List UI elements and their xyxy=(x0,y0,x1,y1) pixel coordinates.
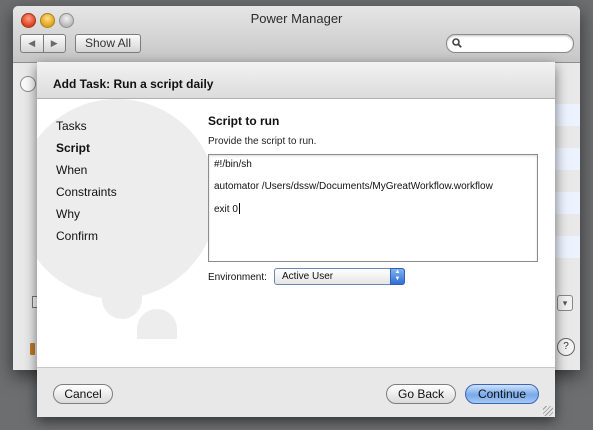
add-task-sheet: Add Task: Run a script daily Tasks Scrip… xyxy=(37,62,555,417)
text-caret xyxy=(238,203,240,214)
help-icon[interactable]: ? xyxy=(557,338,575,356)
cancel-button[interactable]: Cancel xyxy=(53,384,113,404)
script-step-content: Script to run Provide the script to run.… xyxy=(208,114,538,285)
content-heading: Script to run xyxy=(208,114,280,128)
go-back-button[interactable]: Go Back xyxy=(386,384,456,404)
sheet-title: Add Task: Run a script daily xyxy=(53,77,214,91)
step-list: Tasks Script When Constraints Why Confir… xyxy=(56,115,117,247)
step-why[interactable]: Why xyxy=(56,203,117,225)
environment-label: Environment: xyxy=(208,272,267,283)
step-constraints[interactable]: Constraints xyxy=(56,181,117,203)
back-forward-control: ◀ ▶ xyxy=(20,34,66,53)
background-radio-icon xyxy=(20,76,36,92)
step-script[interactable]: Script xyxy=(56,137,117,159)
resize-grip-icon[interactable] xyxy=(543,406,553,416)
sheet-header: Add Task: Run a script daily xyxy=(37,62,555,99)
step-when[interactable]: When xyxy=(56,159,117,181)
search-icon xyxy=(452,38,462,48)
forward-arrow-icon[interactable]: ▶ xyxy=(42,35,66,52)
background-item-icon xyxy=(30,343,35,355)
step-tasks[interactable]: Tasks xyxy=(56,115,117,137)
background-disclosure-icon: ▾ xyxy=(557,295,573,311)
back-arrow-icon[interactable]: ◀ xyxy=(21,35,43,52)
continue-button[interactable]: Continue xyxy=(465,384,539,404)
sheet-body: Tasks Script When Constraints Why Confir… xyxy=(37,99,555,367)
script-line: automator /Users/dssw/Documents/MyGreatW… xyxy=(214,181,493,192)
script-line-last: exit 0 xyxy=(214,203,240,215)
search-field[interactable] xyxy=(446,34,574,53)
show-all-button[interactable]: Show All xyxy=(75,34,141,53)
step-confirm[interactable]: Confirm xyxy=(56,225,117,247)
popup-arrows-icon: ▲ ▼ xyxy=(390,268,405,285)
titlebar: Power Manager ◀ ▶ Show All xyxy=(13,6,580,63)
script-line-text: exit 0 xyxy=(214,204,238,215)
content-description: Provide the script to run. xyxy=(208,136,317,147)
environment-value: Active User xyxy=(282,271,334,282)
script-editor[interactable]: #!/bin/sh automator /Users/dssw/Document… xyxy=(208,154,538,262)
environment-select[interactable]: Active User ▲ ▼ xyxy=(274,268,405,285)
window-title: Power Manager xyxy=(250,11,343,26)
script-line: #!/bin/sh xyxy=(214,159,252,170)
sheet-footer: Cancel Go Back Continue xyxy=(37,367,555,417)
